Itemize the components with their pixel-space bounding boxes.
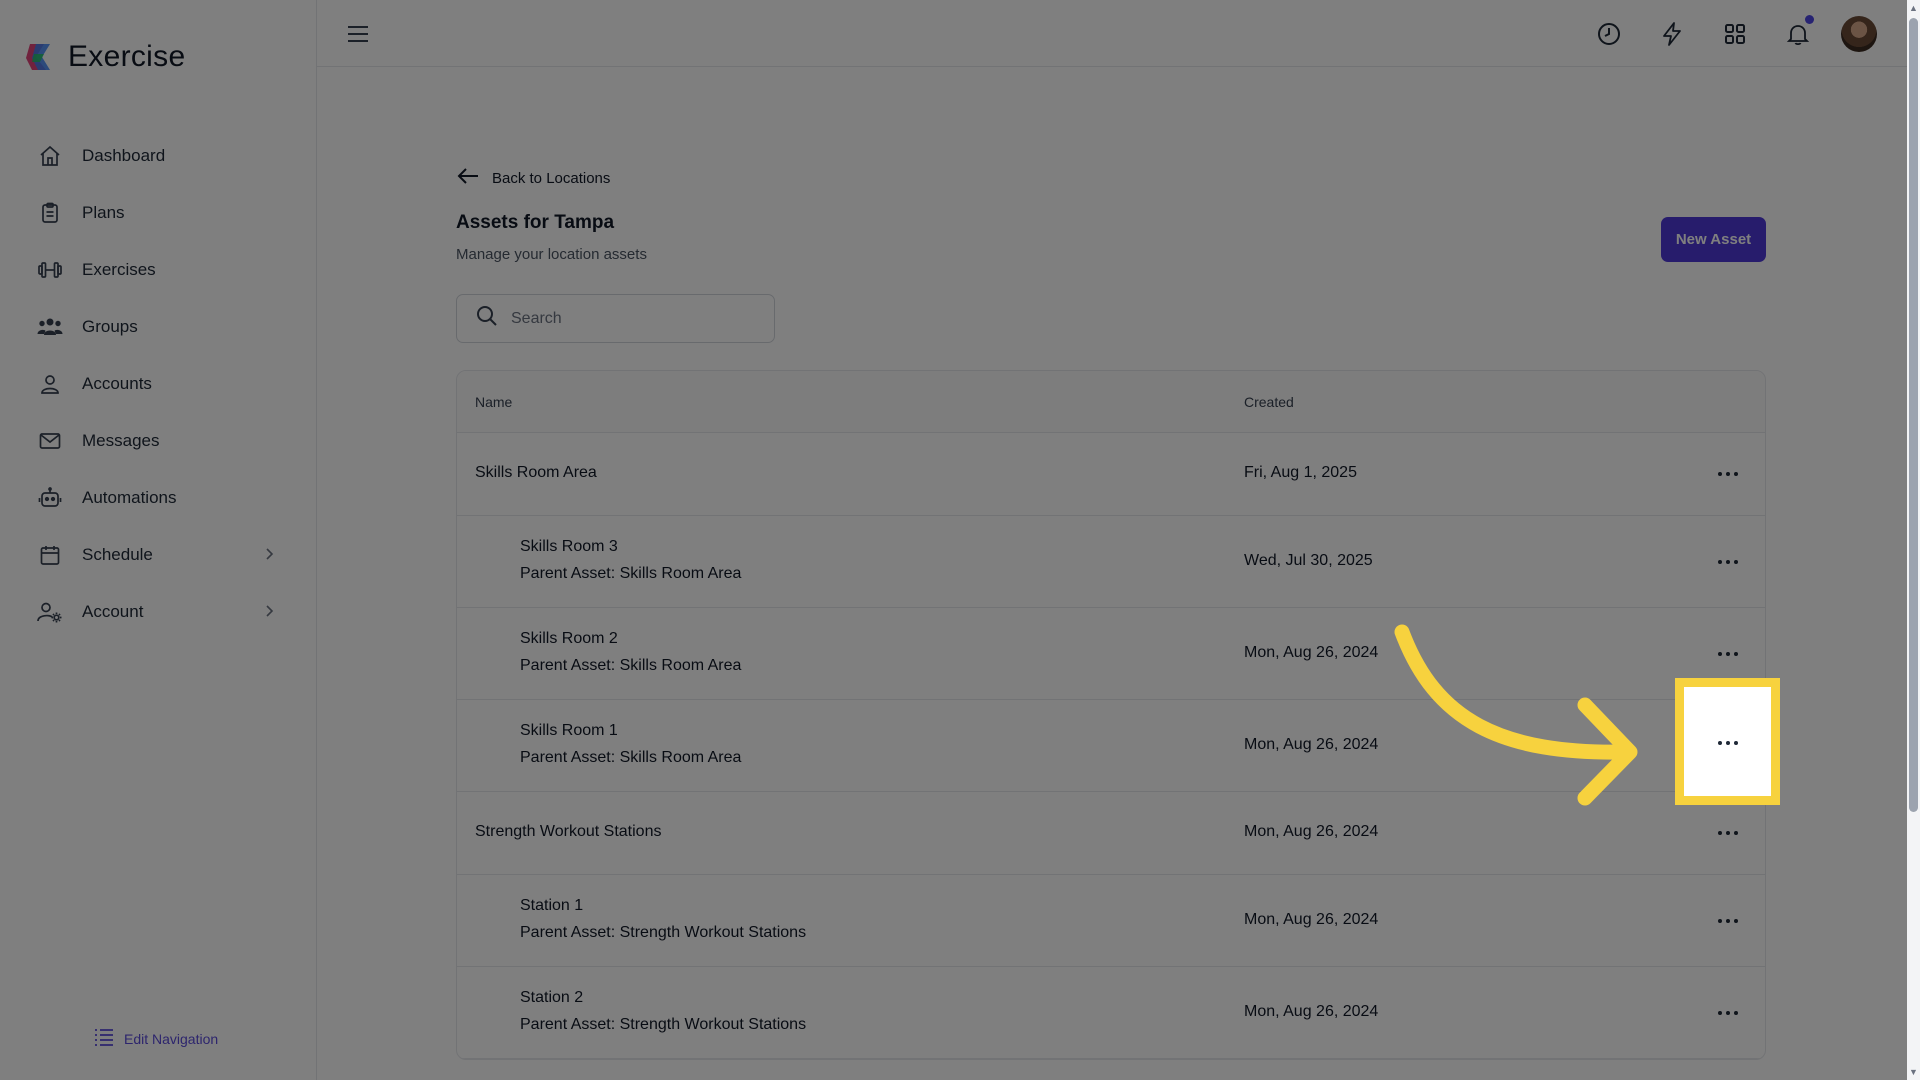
clock-icon[interactable]: [1589, 14, 1629, 54]
asset-parent: Parent Asset: Strength Workout Stations: [520, 924, 807, 941]
menu-icon[interactable]: [345, 22, 371, 46]
back-label: Back to Locations: [492, 169, 611, 187]
app-logo[interactable]: Exercise: [22, 40, 185, 74]
asset-parent: Parent Asset: Skills Room Area: [520, 749, 742, 766]
more-options-icon: [1717, 733, 1739, 751]
sidebar-item-label: Groups: [82, 316, 138, 336]
bolt-icon[interactable]: [1652, 14, 1692, 54]
clipboard-icon: [36, 199, 64, 227]
asset-name: Skills Room 1: [520, 722, 618, 739]
sidebar-item-schedule[interactable]: Schedule: [0, 526, 317, 583]
mail-icon: [36, 427, 64, 455]
user-icon: [36, 370, 64, 398]
arrow-left-icon: [456, 166, 480, 190]
asset-created: Mon, Aug 26, 2024: [1244, 823, 1379, 840]
sidebar-item-label: Automations: [82, 487, 177, 507]
user-gear-icon: [36, 598, 64, 626]
sidebar-item-label: Schedule: [82, 544, 153, 564]
list-icon: [94, 1028, 114, 1049]
robot-icon: [36, 484, 64, 512]
highlighted-more-options-button[interactable]: [1675, 678, 1780, 805]
new-asset-button[interactable]: New Asset: [1661, 217, 1766, 262]
more-options-icon[interactable]: [1713, 1003, 1743, 1023]
sidebar-item-automations[interactable]: Automations: [0, 469, 317, 526]
sidebar-item-dashboard[interactable]: Dashboard: [0, 127, 317, 184]
top-bar-actions: [1566, 14, 1877, 54]
sidebar-item-label: Messages: [82, 430, 160, 450]
table-row[interactable]: Skills Room 2 Parent Asset: Skills Room …: [457, 608, 1765, 700]
asset-parent: Parent Asset: Strength Workout Stations: [520, 1016, 807, 1033]
asset-name: Skills Room Area: [475, 464, 597, 481]
dumbbell-icon: [36, 256, 64, 284]
sidebar-item-label: Plans: [82, 202, 125, 222]
sidebar-item-label: Accounts: [82, 373, 152, 393]
sidebar-item-accounts[interactable]: Accounts: [0, 355, 317, 412]
edit-navigation-label: Edit Navigation: [124, 1030, 219, 1047]
search-input[interactable]: [511, 309, 761, 328]
chevron-right-icon: [261, 546, 277, 562]
scrollbar-thumb[interactable]: [1909, 18, 1918, 812]
asset-name: Skills Room 3: [520, 538, 618, 555]
asset-created: Wed, Jul 30, 2025: [1244, 552, 1373, 569]
top-bar: [317, 0, 1907, 67]
back-to-locations-link[interactable]: Back to Locations: [456, 166, 610, 190]
table-header: Name Created: [457, 371, 1765, 433]
notification-dot: [1805, 15, 1814, 24]
more-options-icon[interactable]: [1713, 464, 1743, 484]
avatar[interactable]: [1841, 16, 1877, 52]
sidebar-item-account[interactable]: Account: [0, 583, 317, 640]
more-options-icon[interactable]: [1713, 644, 1743, 664]
edit-navigation-button[interactable]: Edit Navigation: [94, 1028, 218, 1049]
scrollbar[interactable]: ▲ ▼: [1907, 0, 1920, 1080]
asset-created: Fri, Aug 1, 2025: [1244, 464, 1357, 481]
more-options-icon[interactable]: [1713, 823, 1743, 843]
app-name: Exercise: [68, 40, 186, 73]
chevron-right-icon: [261, 603, 277, 619]
asset-name: Strength Workout Stations: [475, 823, 662, 840]
sidebar-item-messages[interactable]: Messages: [0, 412, 317, 469]
users-icon: [36, 313, 64, 341]
home-icon: [36, 142, 64, 170]
asset-created: Mon, Aug 26, 2024: [1244, 736, 1379, 753]
sidebar-item-label: Account: [82, 601, 144, 621]
table-row[interactable]: Skills Room 1 Parent Asset: Skills Room …: [457, 700, 1765, 792]
page-subtitle: Manage your location assets: [456, 246, 647, 263]
more-options-icon[interactable]: [1713, 552, 1743, 572]
table-row[interactable]: Skills Room 3 Parent Asset: Skills Room …: [457, 516, 1765, 608]
sidebar-item-label: Dashboard: [82, 145, 166, 165]
sidebar-item-groups[interactable]: Groups: [0, 298, 317, 355]
asset-name: Station 2: [520, 989, 584, 1006]
asset-parent: Parent Asset: Skills Room Area: [520, 565, 742, 582]
sidebar: Exercise Dashboard Plans Exercises Group…: [0, 0, 317, 1080]
assets-table: Name Created Skills Room Area Fri, Aug 1…: [456, 370, 1766, 1060]
page-title: Assets for Tampa: [456, 212, 615, 233]
sidebar-item-exercises[interactable]: Exercises: [0, 241, 317, 298]
asset-created: Mon, Aug 26, 2024: [1244, 1003, 1379, 1020]
bell-icon[interactable]: [1778, 14, 1818, 54]
scroll-down-icon[interactable]: ▼: [1909, 1067, 1918, 1077]
sidebar-nav: Dashboard Plans Exercises Groups Account…: [0, 127, 317, 640]
table-row[interactable]: Station 1 Parent Asset: Strength Workout…: [457, 875, 1765, 967]
asset-parent: Parent Asset: Skills Room Area: [520, 657, 742, 674]
column-header-created[interactable]: Created: [1244, 394, 1294, 410]
sidebar-item-label: Exercises: [82, 259, 156, 279]
more-options-icon[interactable]: [1713, 911, 1743, 931]
table-row[interactable]: Station 2 Parent Asset: Strength Workout…: [457, 967, 1765, 1059]
asset-name: Skills Room 2: [520, 630, 618, 647]
logo-icon: [22, 40, 56, 74]
search-icon: [475, 304, 499, 333]
column-header-name[interactable]: Name: [475, 394, 512, 410]
asset-name: Station 1: [520, 897, 584, 914]
asset-created: Mon, Aug 26, 2024: [1244, 644, 1379, 661]
table-row[interactable]: Strength Workout Stations Mon, Aug 26, 2…: [457, 792, 1765, 875]
asset-created: Mon, Aug 26, 2024: [1244, 911, 1379, 928]
table-row[interactable]: Skills Room Area Fri, Aug 1, 2025: [457, 433, 1765, 516]
grid-icon[interactable]: [1715, 14, 1755, 54]
calendar-icon: [36, 541, 64, 569]
search-box: [456, 294, 775, 343]
scroll-up-icon[interactable]: ▲: [1909, 3, 1918, 13]
sidebar-item-plans[interactable]: Plans: [0, 184, 317, 241]
